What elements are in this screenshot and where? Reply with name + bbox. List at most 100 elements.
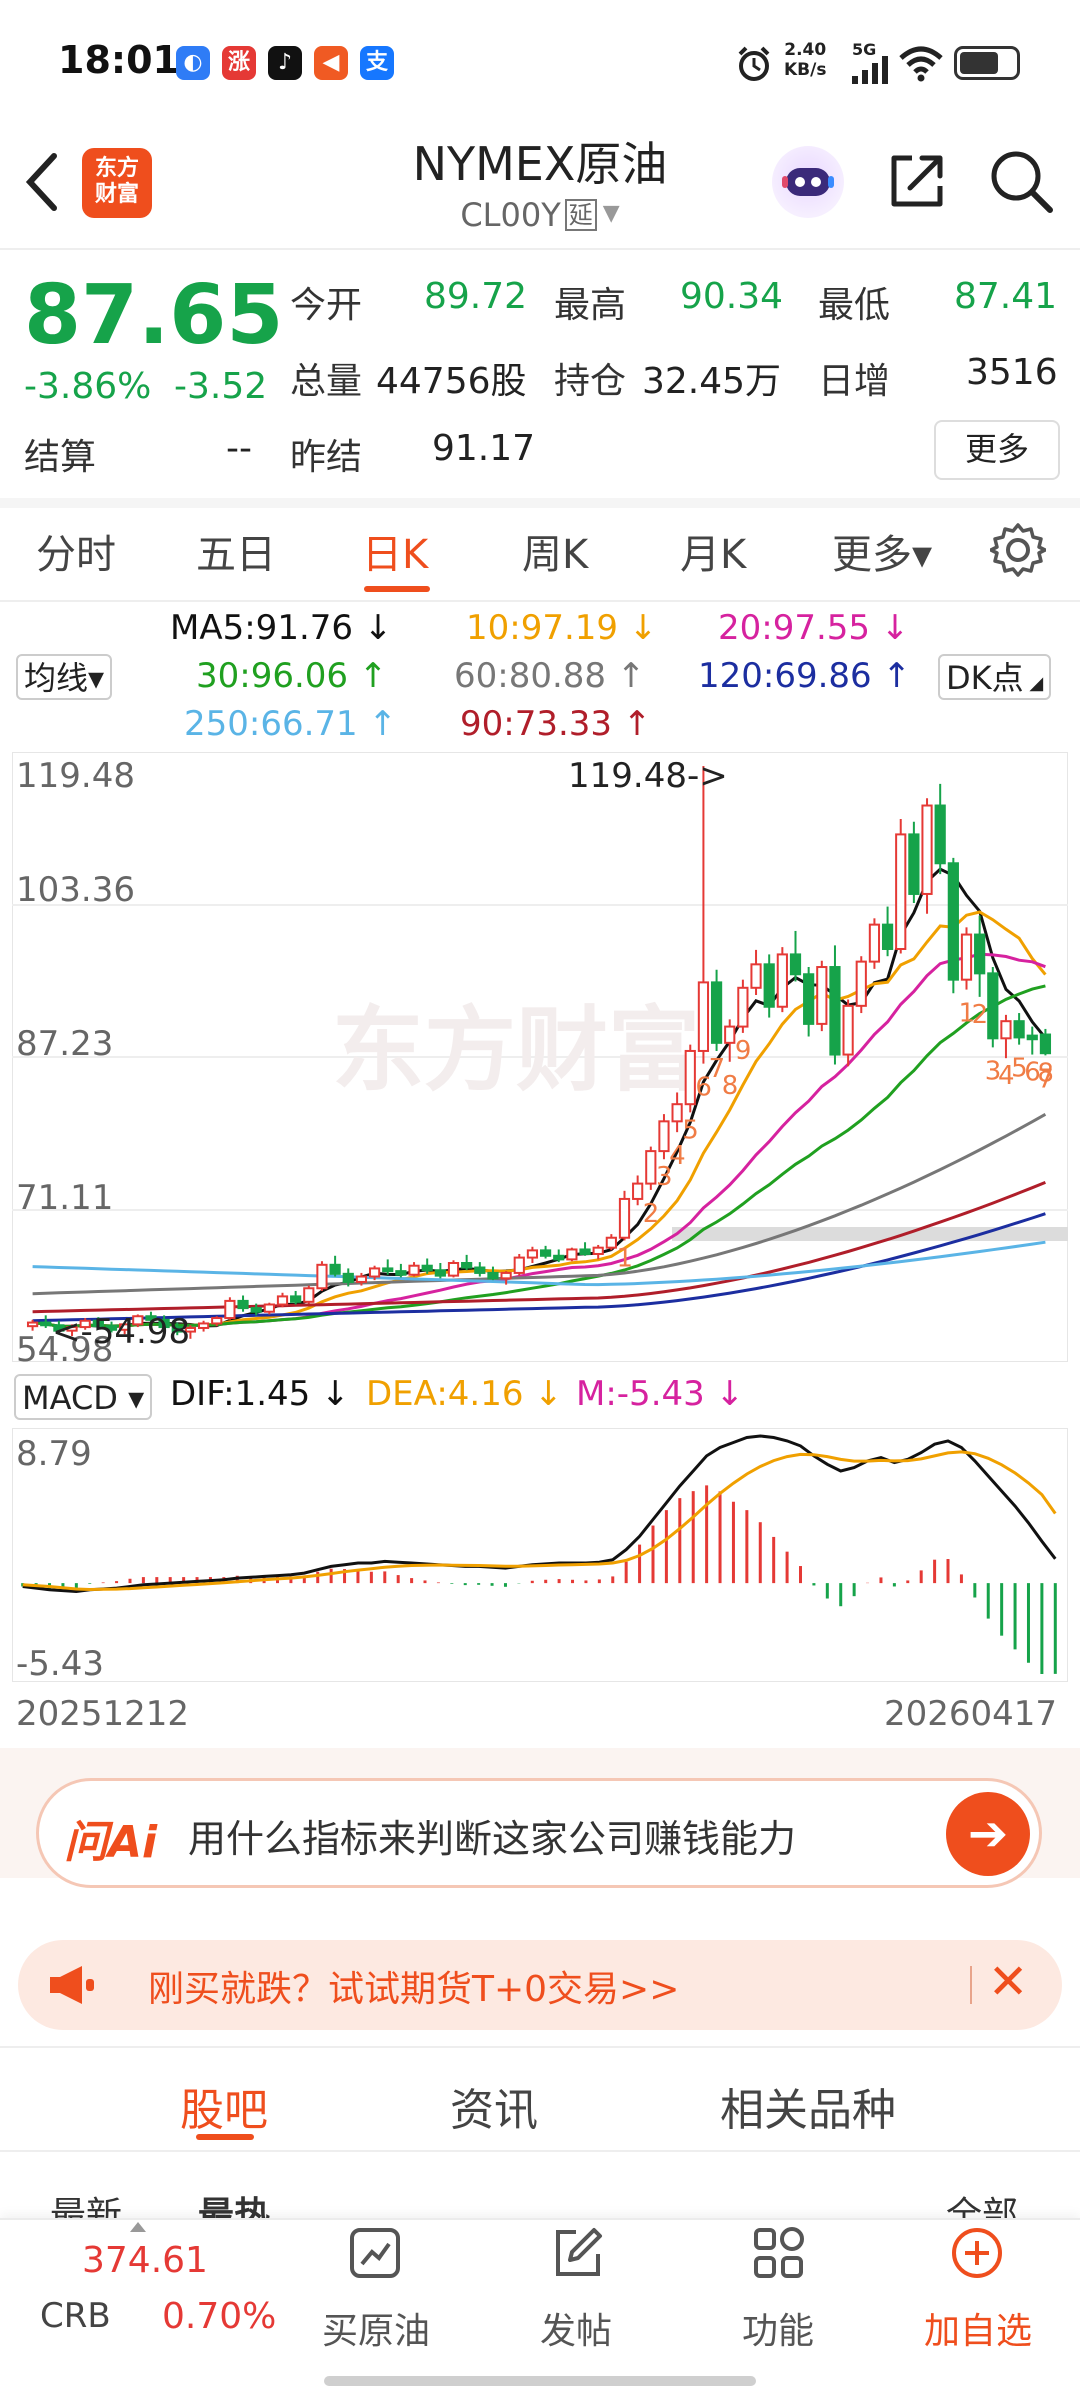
close-icon[interactable]: ✕ [988,1954,1028,2010]
share-icon[interactable] [886,150,948,212]
candle-body [658,1120,670,1153]
signal-icon [852,56,888,84]
add-circle-icon[interactable] [950,2226,1004,2280]
signal-marker: 8 [722,1071,739,1101]
candle-body [763,963,775,1008]
candle-body [724,1025,736,1044]
candle [855,956,867,1014]
macd-frame [12,1428,1068,1682]
macd-chart[interactable] [12,1428,1068,1682]
macd-y-top: 8.79 [16,1434,92,1474]
candle-body [947,862,959,981]
candle-body [553,1254,565,1261]
candle-body [618,1197,631,1239]
candle-body [960,933,973,981]
kline-chart[interactable]: 东方财富 12345678912345678 [12,752,1068,1362]
ai-question-text[interactable]: 用什么指标来判断这家公司赚钱能力 [188,1808,796,1863]
candle-body [263,1303,275,1313]
candle-body [895,833,907,950]
y-tick-2: 103.36 [16,870,135,910]
candle-body [908,833,920,895]
candle-body [921,804,933,895]
alipay-icon: 支 [360,46,394,80]
daily-inc-label: 日增 [818,361,891,402]
crb-label: CRB [40,2296,111,2336]
candle-body [645,1150,657,1185]
community-tab-indicator [196,2134,254,2140]
min-annotation: <-54.98 [52,1312,191,1352]
crb-pct: 0.70% [162,2296,277,2337]
dk-point-button[interactable]: DK点 ◢ [938,654,1052,700]
zhang-app-icon: 涨 [222,46,256,80]
candle-body [211,1317,223,1325]
candle-body [434,1269,446,1277]
candle-body [1026,1034,1038,1041]
candle [908,821,920,903]
signal-marker: 1 [617,1243,634,1273]
nav-buy-oil[interactable]: 买原油 [322,2302,430,2354]
tab-guba[interactable]: 股吧 [180,2074,268,2138]
megaphone-icon [50,1966,94,2004]
candle [513,1253,525,1276]
high-value: 90.34 [680,276,784,317]
candle [776,947,788,1013]
candle-body [250,1307,262,1313]
signal-marker: 4 [669,1141,686,1171]
tab-five-day[interactable]: 五日 [196,522,276,580]
settle-value: -- [226,428,252,469]
tab-more[interactable]: 更多▾ [832,522,932,580]
tab-monthly-k[interactable]: 月K [680,522,746,580]
alarm-clock-icon [738,46,770,81]
y-tick-4: 71.11 [16,1178,114,1218]
candle [303,1285,315,1304]
more-quote-button[interactable]: 更多 [934,420,1060,480]
section-divider [0,2046,1080,2048]
candle [987,967,999,1048]
nav-functions[interactable]: 功能 [742,2302,814,2354]
ma20-value: 20:97.55 ↓ [718,608,910,648]
edit-icon[interactable] [550,2226,604,2280]
ma10-value: 10:97.19 ↓ [466,608,658,648]
crb-value: 374.61 [82,2240,208,2281]
tab-related[interactable]: 相关品种 [720,2074,896,2138]
ma30-value: 30:96.06 ↑ [196,656,388,696]
dea-value: DEA:4.16 ↓ [366,1374,563,1414]
nav-post[interactable]: 发帖 [540,2302,612,2354]
candle-body [605,1236,617,1249]
candle [263,1302,275,1315]
candle [316,1261,328,1291]
candle [868,918,881,969]
ma90-value: 90:73.33 ↑ [460,704,652,744]
ma-selector[interactable]: 均线▾ [16,654,113,700]
oi-value: 32.45万 [642,361,782,402]
candle-body [750,963,762,989]
gear-icon[interactable] [990,522,1046,578]
prev-settle-label: 昨结 [290,437,363,478]
orange-app-icon: ◀ [314,46,348,80]
signal-marker: 2 [643,1199,660,1229]
tab-news[interactable]: 资讯 [450,2074,538,2138]
x-start-date: 20251212 [16,1694,190,1734]
candle-body [316,1263,328,1290]
candle [710,969,723,1051]
candle [960,927,973,990]
search-icon[interactable] [988,148,1054,214]
promo-text[interactable]: 刚买就跌？试试期货T+0交易>> [148,1960,679,2012]
header-divider [0,248,1080,250]
candle [947,857,959,994]
nav-add-watchlist[interactable]: 加自选 [924,2302,1032,2354]
candle-body [329,1263,341,1275]
tabs-divider [0,600,1080,602]
blue-app-icon: ◐ [176,46,210,80]
grid-icon[interactable] [752,2226,806,2280]
tab-daily-k[interactable]: 日K [362,522,428,580]
macd-selector[interactable]: MACD ▾ [14,1374,153,1420]
ma120-value: 120:69.86 ↑ [698,656,911,696]
wifi-icon [899,46,943,82]
assistant-avatar[interactable] [772,146,844,218]
tab-weekly-k[interactable]: 周K [522,522,588,580]
code-dropdown-icon[interactable]: ▼ [603,201,620,226]
chart-buy-icon[interactable] [348,2226,402,2280]
tab-intraday[interactable]: 分时 [36,522,116,580]
arrow-right-icon[interactable]: ➔ [946,1792,1030,1876]
